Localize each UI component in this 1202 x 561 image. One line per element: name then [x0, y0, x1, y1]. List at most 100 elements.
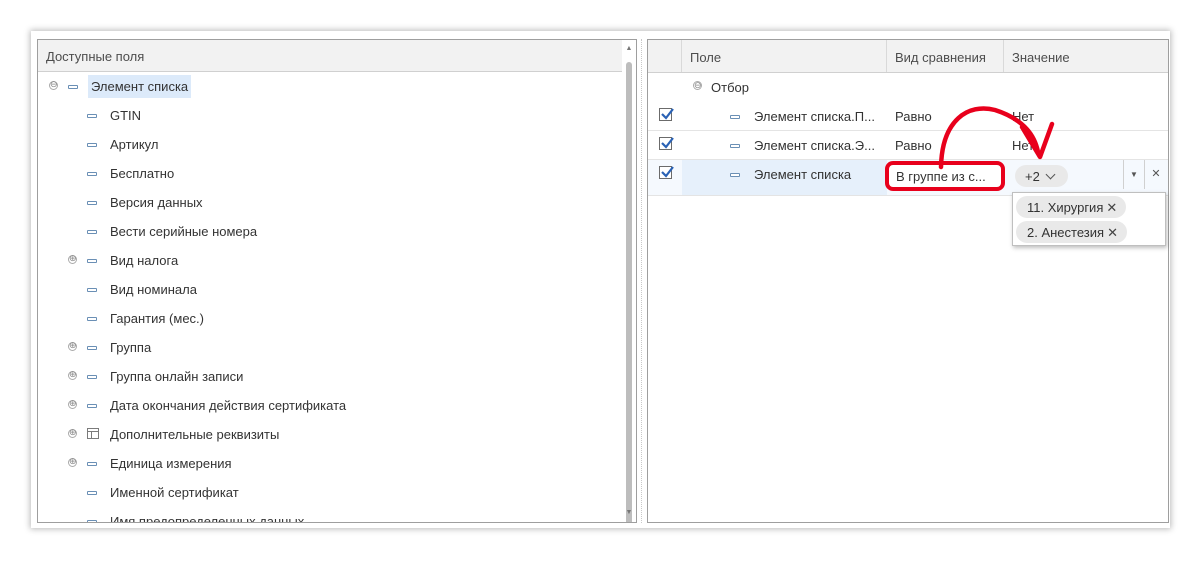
filter-value[interactable]: Нет: [1012, 138, 1034, 153]
tree-item[interactable]: Вести серийные номера: [38, 217, 622, 246]
field-icon: [730, 144, 740, 148]
checkmark-icon: [661, 108, 674, 120]
filter-field-name: Элемент списка.П...: [754, 109, 875, 124]
dropdown-button[interactable]: ▼: [1123, 160, 1145, 189]
tree-item-label: Дата окончания действия сертификата: [110, 398, 347, 413]
expand-icon[interactable]: ⊕: [68, 400, 77, 409]
remove-tag-icon[interactable]: ✕: [1106, 200, 1117, 215]
filter-group-label: Отбор: [711, 80, 749, 95]
field-icon: [87, 520, 97, 522]
expand-icon[interactable]: ⊕: [68, 371, 77, 380]
tree-item[interactable]: Именной сертификат: [38, 478, 622, 507]
column-header-comparison[interactable]: Вид сравнения: [887, 40, 1004, 72]
collapse-icon[interactable]: ⊖: [49, 81, 58, 90]
field-icon: [87, 201, 97, 205]
tree-item[interactable]: ⊕ Дополнительные реквизиты: [38, 420, 622, 449]
clear-button[interactable]: ✕: [1145, 160, 1167, 189]
tree-item-label: Дополнительные реквизиты: [110, 427, 280, 442]
filter-field-cell[interactable]: Элемент списка.Э...: [682, 131, 887, 159]
tree-item-label: Бесплатно: [110, 166, 175, 181]
field-icon: [87, 259, 97, 263]
tree-item[interactable]: ⊕ Единица измерения: [38, 449, 622, 478]
vertical-scrollbar[interactable]: ▲ ▼: [622, 40, 636, 522]
tree-item[interactable]: Бесплатно: [38, 159, 622, 188]
filter-field-cell[interactable]: Элемент списка.П...: [682, 102, 887, 130]
column-header-value[interactable]: Значение: [1004, 40, 1168, 72]
expand-icon[interactable]: ⊕: [68, 255, 77, 264]
tree-item-label: Вид налога: [110, 253, 179, 268]
scroll-thumb[interactable]: [626, 62, 632, 522]
filter-row-active[interactable]: Элемент списка В группе из с... +2 ▼ ✕: [648, 160, 1168, 196]
checkmark-icon: [661, 166, 674, 178]
collapse-icon[interactable]: ⊖: [693, 81, 702, 90]
filter-panel: Поле Вид сравнения Значение ⊖ Отбор Элем…: [647, 39, 1169, 523]
scroll-up-icon[interactable]: ▲: [622, 42, 636, 56]
filter-field-cell[interactable]: Элемент списка: [682, 160, 887, 195]
filter-field-name: Элемент списка.Э...: [754, 138, 875, 153]
field-icon: [730, 173, 740, 177]
tree-item[interactable]: ⊖ Элемент списка: [38, 72, 622, 101]
field-icon: [87, 491, 97, 495]
filter-value[interactable]: Нет: [1012, 109, 1034, 124]
remove-tag-icon[interactable]: ✕: [1107, 225, 1118, 240]
scroll-down-icon[interactable]: ▼: [622, 506, 636, 520]
tree-item[interactable]: Артикул: [38, 130, 622, 159]
tree-item-label: Группа: [110, 340, 152, 355]
field-icon: [87, 172, 97, 176]
available-fields-header: Доступные поля: [38, 40, 622, 72]
field-icon: [730, 115, 740, 119]
filter-table-header: Поле Вид сравнения Значение: [648, 40, 1168, 73]
expand-icon[interactable]: ⊕: [68, 458, 77, 467]
tree-item[interactable]: ⊕ Группа: [38, 333, 622, 362]
column-header-field[interactable]: Поле: [682, 40, 887, 72]
value-tag-label: 2. Анестезия: [1027, 225, 1105, 240]
field-icon: [87, 288, 97, 292]
field-icon: [87, 230, 97, 234]
tree-item[interactable]: ⊕ Вид налога: [38, 246, 622, 275]
row-enabled-checkbox[interactable]: [659, 108, 674, 121]
tree-item-label: Вид номинала: [110, 282, 197, 297]
panel-splitter[interactable]: [641, 39, 642, 523]
filter-row[interactable]: Элемент списка.П... Равно Нет: [648, 102, 1168, 131]
value-list-editor[interactable]: +2 ▼ ✕: [1005, 160, 1168, 189]
tree-item[interactable]: ⊕ Группа онлайн записи: [38, 362, 622, 391]
tree-item-label: Гарантия (мес.): [110, 311, 204, 326]
filter-row[interactable]: Элемент списка.Э... Равно Нет: [648, 131, 1168, 160]
selected-values-popup: 11. Хирургия ✕ 2. Анестезия ✕: [1012, 192, 1166, 246]
tree-item[interactable]: Версия данных: [38, 188, 622, 217]
value-tag-label: 11. Хирургия: [1027, 200, 1104, 215]
field-icon: [87, 346, 97, 350]
tree-item-label: Артикул: [110, 137, 159, 152]
tree-item-label: Вести серийные номера: [110, 224, 258, 239]
checkmark-icon: [661, 137, 674, 149]
expand-icon[interactable]: ⊕: [68, 429, 77, 438]
comparison-value[interactable]: Равно: [895, 109, 932, 124]
comparison-value[interactable]: Равно: [895, 138, 932, 153]
tree-item[interactable]: Вид номинала: [38, 275, 622, 304]
field-icon: [87, 404, 97, 408]
tree-item-label: Элемент списка: [88, 75, 192, 98]
tree-item[interactable]: ⊕ Дата окончания действия сертификата: [38, 391, 622, 420]
filter-field-name: Элемент списка: [754, 167, 852, 182]
tree-item-label: GTIN: [110, 108, 142, 123]
field-icon: [87, 143, 97, 147]
filter-group-row[interactable]: ⊖ Отбор: [648, 73, 1168, 102]
comparison-select[interactable]: В группе из с...: [885, 161, 1005, 191]
value-tag[interactable]: 11. Хирургия ✕: [1016, 196, 1127, 218]
table-icon: [87, 428, 99, 439]
row-enabled-checkbox[interactable]: [659, 137, 674, 150]
tree-item-label: Единица измерения: [110, 456, 232, 471]
selected-values-chip[interactable]: +2: [1015, 165, 1068, 187]
field-icon: [87, 375, 97, 379]
row-enabled-checkbox[interactable]: [659, 166, 674, 179]
tree-item[interactable]: GTIN: [38, 101, 622, 130]
chevron-down-icon: [1045, 169, 1056, 180]
tree-item[interactable]: Имя предопределенных данных: [38, 507, 622, 522]
field-icon: [87, 114, 97, 118]
value-tag[interactable]: 2. Анестезия ✕: [1016, 221, 1127, 243]
tree-item-label: Версия данных: [110, 195, 203, 210]
expand-icon[interactable]: ⊕: [68, 342, 77, 351]
selected-count: +2: [1025, 169, 1040, 184]
tree-item-label: Группа онлайн записи: [110, 369, 244, 384]
tree-item[interactable]: Гарантия (мес.): [38, 304, 622, 333]
